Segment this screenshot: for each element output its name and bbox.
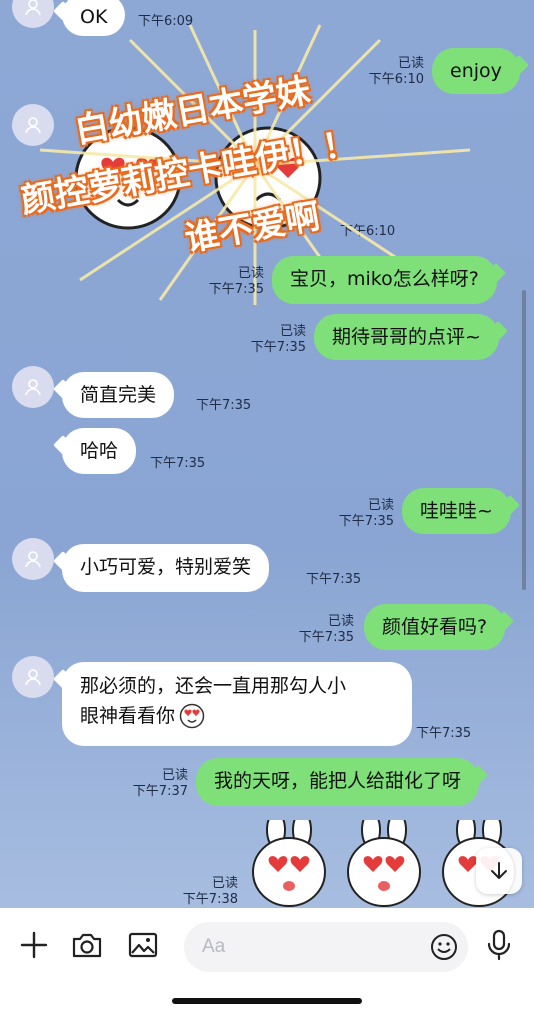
avatar[interactable]	[12, 366, 54, 408]
message-bubble[interactable]: 期待哥哥的点评~	[314, 314, 499, 360]
read-status: 已读	[161, 768, 188, 783]
avatar[interactable]	[12, 538, 54, 580]
message-composer	[0, 908, 534, 1024]
message-time: 下午7:35	[306, 572, 362, 587]
camera-icon	[72, 933, 102, 958]
message-time: 下午7:35	[150, 456, 206, 471]
message-time: 下午7:35	[338, 514, 394, 529]
arrow-down-icon	[491, 862, 507, 879]
message-meta: 已读 下午7:38	[174, 876, 238, 908]
message-bubble[interactable]: 小巧可爱，特别爱笑	[62, 544, 270, 592]
read-status: 已读	[279, 324, 306, 339]
message-bubble[interactable]: 简直完美	[62, 372, 175, 418]
avatar-icon	[25, 669, 41, 686]
message-time: 下午7:38	[182, 892, 238, 907]
read-status: 已读	[367, 498, 394, 513]
message-line: 眼神看看你	[80, 705, 176, 727]
gallery-button[interactable]	[126, 928, 160, 962]
image-icon	[128, 932, 158, 958]
read-status: 已读	[327, 614, 354, 629]
voice-button[interactable]	[482, 928, 516, 962]
message-bubble[interactable]: 哈哈	[62, 428, 137, 474]
message-bubble[interactable]: 颜值好看吗?	[364, 604, 506, 650]
scroll-to-bottom-button[interactable]	[476, 848, 522, 894]
message-meta: 已读 下午7:35	[200, 266, 264, 298]
scrollbar[interactable]	[522, 290, 526, 590]
message-time: 下午7:37	[132, 784, 188, 799]
message-line-with-emoji: 眼神看看你	[80, 701, 394, 731]
message-meta: 已读 下午7:35	[242, 324, 306, 356]
avatar-icon	[25, 551, 41, 568]
add-button[interactable]	[17, 928, 51, 962]
message-time: 下午7:35	[196, 398, 252, 413]
home-indicator	[172, 998, 362, 1004]
message-time: 下午7:35	[298, 630, 354, 645]
heart-eyes-emoji-icon	[179, 703, 205, 729]
message-time: 下午7:35	[250, 340, 306, 355]
message-meta: 已读 下午7:37	[124, 768, 188, 800]
message-time: 下午7:35	[416, 726, 472, 741]
chat-area[interactable]: OK 下午6:09 已读 下午6:10 enjoy 下午6:10 白幼嫩日本学妹…	[0, 0, 534, 908]
read-status: 已读	[211, 876, 238, 891]
microphone-icon	[487, 929, 511, 961]
message-meta: 已读 下午7:35	[330, 498, 394, 530]
message-bubble[interactable]: 哇哇哇~	[402, 488, 511, 534]
plus-icon	[20, 931, 48, 959]
avatar-icon	[25, 379, 41, 396]
message-time: 下午7:35	[208, 282, 264, 297]
message-input[interactable]	[200, 935, 404, 959]
read-status: 已读	[237, 266, 264, 281]
emoji-icon[interactable]	[430, 933, 458, 961]
message-meta: 已读 下午7:35	[290, 614, 354, 646]
camera-button[interactable]	[70, 928, 104, 962]
message-bubble[interactable]: 我的天呀，能把人给甜化了呀	[196, 758, 480, 806]
avatar-icon	[25, 0, 41, 16]
message-bubble[interactable]: 宝贝，miko怎么样呀?	[272, 256, 497, 304]
message-bubble[interactable]: 那必须的，还会一直用那勾人小 眼神看看你	[62, 662, 412, 746]
message-input-box[interactable]	[184, 922, 468, 972]
avatar[interactable]	[12, 656, 54, 698]
message-line: 那必须的，还会一直用那勾人小	[80, 675, 347, 697]
